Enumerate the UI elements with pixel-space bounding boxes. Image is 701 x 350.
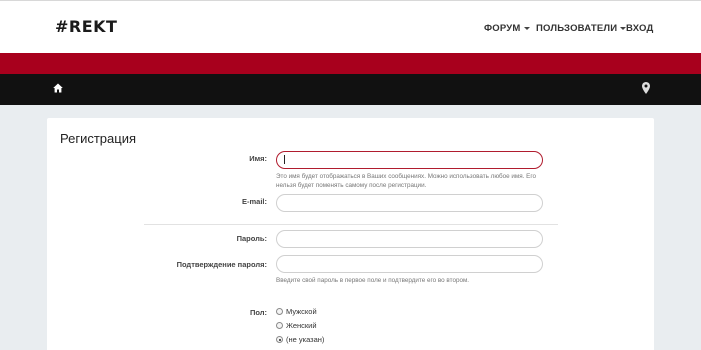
- nav-forum-menu[interactable]: ФОРУМ: [484, 23, 530, 34]
- gender-option-label: Женский: [286, 321, 317, 330]
- password-hint: Введите свой пароль в первое поле и подт…: [276, 277, 470, 284]
- gender-option-unspecified[interactable]: (не указан): [276, 335, 324, 344]
- email-input[interactable]: [276, 194, 543, 212]
- name-label: Имя:: [249, 154, 267, 163]
- radio-button[interactable]: [276, 322, 283, 329]
- password-input[interactable]: [276, 230, 543, 248]
- password-confirm-input[interactable]: [276, 255, 543, 273]
- text-cursor: [284, 155, 285, 164]
- map-pin-icon[interactable]: [642, 82, 650, 94]
- chevron-down-icon: [523, 26, 530, 30]
- home-icon[interactable]: [53, 83, 63, 93]
- nav-users-label: ПОЛЬЗОВАТЕЛИ: [536, 23, 618, 34]
- divider: [144, 224, 558, 225]
- password-confirm-label: Подтверждение пароля:: [176, 260, 267, 269]
- gender-option-label: (не указан): [286, 335, 325, 344]
- gender-option-male[interactable]: Мужской: [276, 307, 317, 316]
- gender-label: Пол:: [249, 308, 267, 317]
- password-label: Пароль:: [236, 234, 267, 243]
- gender-option-female[interactable]: Женский: [276, 321, 317, 330]
- breadcrumb-bar: [0, 74, 701, 105]
- gender-option-label: Мужской: [286, 307, 317, 316]
- top-header: #REKT ФОРУМ ПОЛЬЗОВАТЕЛИ ВХОД: [0, 0, 701, 53]
- site-logo[interactable]: #REKT: [55, 17, 117, 36]
- name-hint: Это имя будет отображаться в Ваших сообщ…: [276, 173, 537, 189]
- page-title: Регистрация: [60, 131, 136, 146]
- nav-users-menu[interactable]: ПОЛЬЗОВАТЕЛИ: [536, 23, 627, 34]
- nav-login-label: ВХОД: [626, 23, 654, 34]
- accent-band: [0, 53, 701, 74]
- email-label: E-mail:: [241, 197, 267, 206]
- radio-button-selected[interactable]: [276, 336, 283, 343]
- registration-panel: Регистрация Имя: Это имя будет отображат…: [47, 118, 654, 350]
- nav-login-link[interactable]: ВХОД: [626, 23, 653, 34]
- radio-button[interactable]: [276, 308, 283, 315]
- nav-forum-label: ФОРУМ: [484, 23, 521, 34]
- name-input[interactable]: [276, 151, 543, 169]
